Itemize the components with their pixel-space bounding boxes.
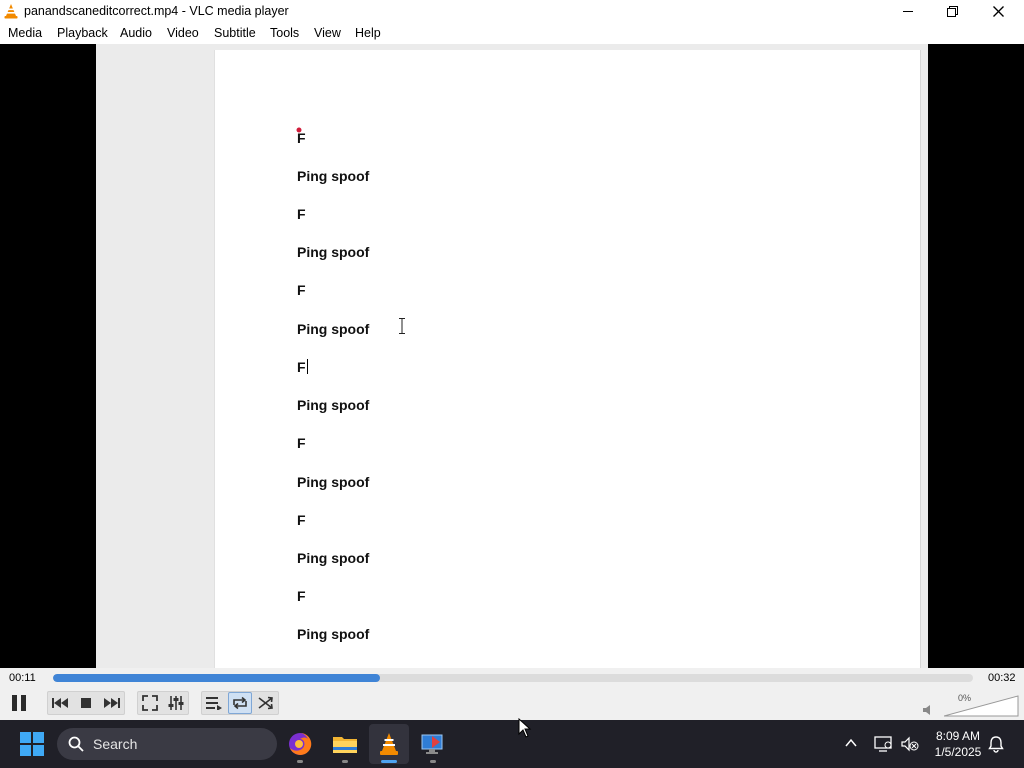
remote-desktop-icon — [421, 734, 443, 754]
title-bar: panandscaneditcorrect.mp4 - VLC media pl… — [0, 0, 1024, 22]
menu-audio[interactable]: Audio — [120, 26, 152, 40]
speaker-icon[interactable] — [922, 704, 934, 716]
shuffle-button[interactable] — [254, 692, 278, 714]
playlist-icon — [206, 697, 222, 710]
next-button[interactable] — [100, 692, 124, 714]
vlc-app-icon — [4, 4, 18, 19]
restore-icon — [947, 5, 958, 17]
chevron-up-icon[interactable] — [845, 738, 857, 748]
doc-line: Ping spoof — [297, 321, 370, 337]
red-mark-icon — [296, 127, 302, 133]
windows-logo-icon — [20, 732, 44, 756]
firefox-icon — [289, 732, 312, 755]
taskbar-file-explorer[interactable] — [325, 724, 365, 764]
file-explorer-icon — [333, 737, 357, 753]
start-button[interactable] — [12, 724, 52, 764]
mouse-pointer-icon — [518, 718, 532, 738]
doc-line: F — [297, 435, 306, 451]
stop-icon — [81, 698, 91, 708]
doc-line: Ping spoof — [297, 168, 370, 184]
minimize-icon — [902, 11, 913, 12]
doc-line: Ping spoof — [297, 626, 370, 642]
notification-bell-icon[interactable] — [988, 735, 1004, 753]
doc-line: F — [297, 282, 306, 298]
document-page: F Ping spoof F Ping spoof F Ping spoof F… — [214, 50, 921, 668]
playlist-button[interactable] — [202, 692, 226, 714]
loop-button[interactable] — [228, 692, 252, 714]
doc-line: F — [297, 359, 308, 375]
menu-subtitle[interactable]: Subtitle — [214, 26, 256, 40]
window-title: panandscaneditcorrect.mp4 - VLC media pl… — [24, 4, 289, 18]
menu-bar: Media Playback Audio Video Subtitle Tool… — [0, 22, 1024, 44]
volume-label: 0% — [958, 693, 972, 703]
equalizer-icon — [168, 696, 184, 710]
menu-tools[interactable]: Tools — [270, 26, 299, 40]
text-caret — [306, 359, 308, 374]
player-controls: 00:11 00:32 0% — [0, 668, 1024, 720]
loop-icon — [233, 696, 247, 710]
stop-button[interactable] — [74, 692, 98, 714]
running-indicator — [297, 760, 303, 763]
search-icon — [68, 736, 84, 752]
pause-button[interactable] — [6, 690, 32, 716]
taskbar-remote-desktop[interactable] — [413, 724, 453, 764]
doc-line: F — [297, 588, 306, 604]
total-time: 00:32 — [988, 672, 1016, 684]
vlc-icon — [380, 733, 398, 755]
menu-view[interactable]: View — [314, 26, 341, 40]
taskbar-vlc[interactable] — [369, 724, 409, 764]
elapsed-time: 00:11 — [9, 672, 36, 684]
volume-muted-icon[interactable] — [901, 736, 919, 752]
pause-icon — [12, 695, 26, 711]
volume-slider[interactable]: 0% — [943, 693, 1020, 718]
taskbar: Search 8:09 AM 1/5/2025 — [0, 720, 1024, 768]
search-placeholder: Search — [93, 736, 138, 752]
close-icon — [993, 5, 1004, 17]
shuffle-icon — [258, 696, 273, 710]
seek-bar[interactable] — [53, 674, 973, 682]
seek-bar-progress — [53, 674, 380, 682]
close-button[interactable] — [976, 0, 1021, 22]
network-icon[interactable] — [874, 736, 892, 752]
previous-button[interactable] — [48, 692, 72, 714]
doc-line: Ping spoof — [297, 244, 370, 260]
document-background: F Ping spoof F Ping spoof F Ping spoof F… — [96, 44, 928, 668]
system-clock[interactable]: 8:09 AM 1/5/2025 — [930, 728, 986, 760]
menu-playback[interactable]: Playback — [57, 26, 108, 40]
clock-date: 1/5/2025 — [934, 745, 982, 759]
running-indicator — [430, 760, 436, 763]
clock-time: 8:09 AM — [935, 729, 981, 743]
volume-slider-graphic — [943, 695, 1019, 717]
menu-help[interactable]: Help — [355, 26, 381, 40]
menu-media[interactable]: Media — [8, 26, 42, 40]
i-beam-cursor-icon — [399, 318, 405, 334]
doc-line: Ping spoof — [297, 397, 370, 413]
next-icon — [104, 698, 120, 708]
doc-line: F — [297, 206, 306, 222]
active-indicator — [381, 760, 397, 763]
menu-video[interactable]: Video — [167, 26, 199, 40]
taskbar-firefox[interactable] — [280, 724, 320, 764]
minimize-button[interactable] — [885, 0, 930, 22]
video-area[interactable]: F Ping spoof F Ping spoof F Ping spoof F… — [0, 44, 1024, 668]
running-indicator — [342, 760, 348, 763]
fullscreen-button[interactable] — [138, 692, 162, 714]
restore-button[interactable] — [930, 0, 975, 22]
taskbar-search[interactable]: Search — [57, 728, 277, 760]
fullscreen-icon — [142, 695, 158, 711]
doc-line: Ping spoof — [297, 550, 370, 566]
doc-line: F — [297, 512, 306, 528]
previous-icon — [52, 698, 68, 708]
doc-line: Ping spoof — [297, 474, 370, 490]
extended-settings-button[interactable] — [164, 692, 188, 714]
